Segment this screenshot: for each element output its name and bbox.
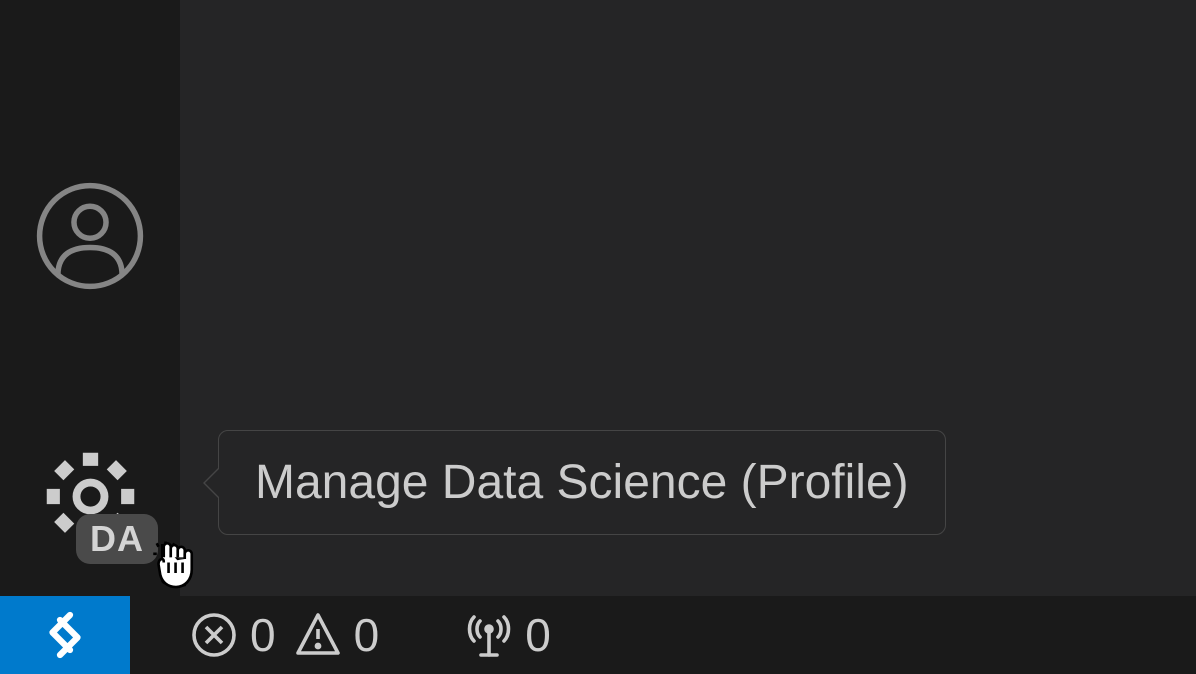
errors-item[interactable]: 0: [190, 608, 276, 662]
error-icon: [190, 611, 238, 659]
tooltip-text: Manage Data Science (Profile): [255, 456, 909, 509]
manage-tooltip: Manage Data Science (Profile): [218, 430, 946, 535]
status-bar: 0 0 0: [0, 596, 1196, 674]
remote-icon: [35, 605, 95, 665]
errors-count: 0: [250, 608, 276, 662]
manage-button[interactable]: DA: [30, 436, 150, 556]
status-items: 0 0 0: [130, 608, 551, 662]
account-icon: [35, 181, 145, 291]
ports-count: 0: [525, 608, 551, 662]
antenna-icon: [465, 611, 513, 659]
profile-badge: DA: [76, 514, 158, 564]
activity-bar: DA: [0, 0, 180, 596]
ports-item[interactable]: 0: [465, 608, 551, 662]
warnings-count: 0: [354, 608, 380, 662]
warning-icon: [294, 611, 342, 659]
accounts-button[interactable]: [30, 176, 150, 296]
remote-indicator[interactable]: [0, 596, 130, 674]
warnings-item[interactable]: 0: [294, 608, 380, 662]
